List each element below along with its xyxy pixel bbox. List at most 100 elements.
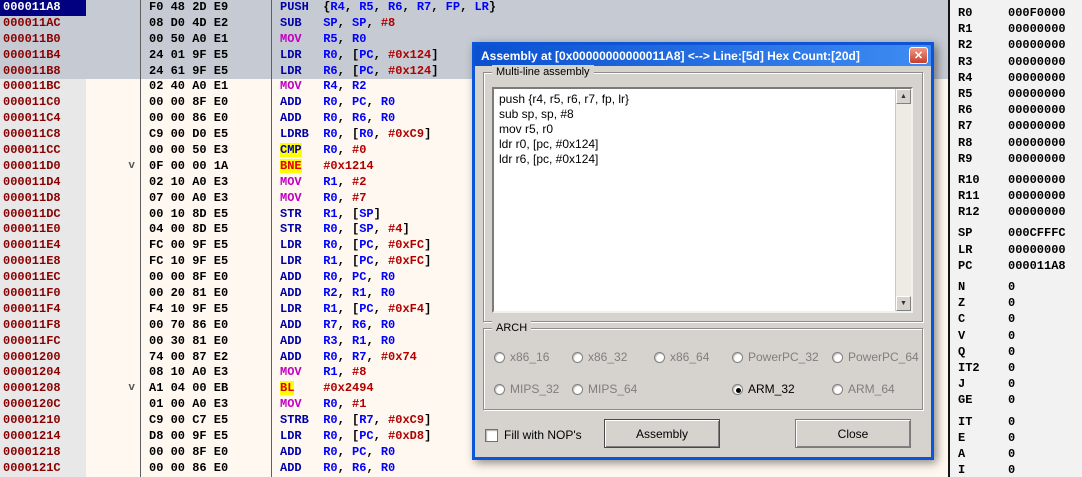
bytes-cell: 00 00 8F E0	[141, 270, 272, 287]
bytes-cell: 00 00 86 E0	[141, 460, 272, 477]
register-value[interactable]: 0	[1008, 328, 1015, 344]
register-row[interactable]: Q0	[950, 344, 1082, 360]
register-row[interactable]: R1 00000000	[950, 21, 1082, 37]
register-value[interactable]: 0	[1008, 414, 1015, 430]
register-row[interactable]: A0	[950, 446, 1082, 462]
register-value[interactable]: 0	[1008, 462, 1015, 477]
register-name: R10	[958, 172, 980, 187]
close-button[interactable]: Close	[795, 419, 911, 448]
register-value[interactable]: 00000000	[1008, 54, 1066, 70]
radio-arm-32[interactable]: ARM_32	[732, 382, 832, 396]
textarea-scrollbar[interactable]: ▲ ▼	[895, 89, 911, 311]
register-row[interactable]: LR 00000000	[950, 242, 1082, 258]
register-row[interactable]: I0	[950, 462, 1082, 477]
assembly-textarea[interactable]: push {r4, r5, r6, r7, fp, lr} sub sp, sp…	[492, 87, 913, 313]
checkbox-box-icon[interactable]	[485, 428, 498, 442]
register-row[interactable]: R7 00000000	[950, 118, 1082, 134]
dialog-titlebar[interactable]: Assembly at [0x00000000000011A8] <--> Li…	[475, 45, 931, 66]
register-value[interactable]: 00000000	[1008, 151, 1066, 167]
multiline-assembly-group: Multi-line assembly push {r4, r5, r6, r7…	[483, 65, 923, 322]
register-group: R0 000F0000 R1 00000000 R2 00000000 R3 00000000…	[950, 5, 1082, 167]
register-row[interactable]: R6 00000000	[950, 102, 1082, 118]
register-value[interactable]: 00000000	[1008, 172, 1066, 188]
register-row[interactable]: IT 0	[950, 414, 1082, 430]
register-row[interactable]: R4 00000000	[950, 70, 1082, 86]
arrow-gutter	[86, 333, 141, 350]
register-value[interactable]: 0	[1008, 295, 1015, 311]
disasm-row[interactable]: 000011A8 F0 48 2D E9 PUSH {R4, R5, R6, R7,…	[0, 0, 948, 16]
disasm-row[interactable]: 0000121C 00 00 86 E0 ADD R0, R6, R0	[0, 460, 948, 477]
register-row[interactable]: J0	[950, 376, 1082, 392]
register-row[interactable]: GE 0	[950, 392, 1082, 408]
register-name: R4	[958, 70, 973, 85]
arrow-gutter	[86, 301, 141, 318]
arrow-gutter	[86, 254, 141, 271]
register-row[interactable]: R5 00000000	[950, 86, 1082, 102]
register-name: R8	[958, 135, 973, 150]
radio-icon[interactable]	[732, 383, 743, 395]
register-value[interactable]: 0	[1008, 344, 1015, 360]
register-value[interactable]: 0	[1008, 392, 1015, 408]
register-value[interactable]: 0	[1008, 279, 1015, 295]
register-row[interactable]: N0	[950, 279, 1082, 295]
register-row[interactable]: R10 00000000	[950, 172, 1082, 188]
assembly-button[interactable]: Assembly	[604, 419, 720, 448]
register-name: R9	[958, 151, 973, 166]
register-name: E	[958, 430, 966, 445]
register-row[interactable]: V0	[950, 328, 1082, 344]
register-value[interactable]: 000CFFFC	[1008, 225, 1066, 241]
bytes-cell: 00 10 8D E5	[141, 206, 272, 223]
arrow-gutter	[86, 174, 141, 191]
register-value[interactable]: 0	[1008, 446, 1015, 462]
dialog-title: Assembly at [0x00000000000011A8] <--> Li…	[481, 48, 860, 63]
register-row[interactable]: R0 000F0000	[950, 5, 1082, 21]
address-cell: 000011F0	[0, 286, 86, 302]
register-value[interactable]: 000011A8	[1008, 258, 1066, 274]
register-row[interactable]: C0	[950, 311, 1082, 327]
register-row[interactable]: PC 000011A8	[950, 258, 1082, 274]
register-value[interactable]: 00000000	[1008, 242, 1066, 258]
bytes-cell: 01 00 A0 E3	[141, 397, 272, 414]
register-row[interactable]: R11 00000000	[950, 188, 1082, 204]
dialog-close-button[interactable]: ✕	[909, 47, 928, 64]
register-value[interactable]: 00000000	[1008, 86, 1066, 102]
radio-label: ARM_32	[748, 382, 795, 396]
address-cell: 000011BC	[0, 79, 86, 96]
fill-nops-checkbox[interactable]: Fill with NOP's	[485, 428, 582, 442]
register-name: R1	[958, 22, 973, 37]
register-row[interactable]: R9 00000000	[950, 151, 1082, 167]
register-value[interactable]: 00000000	[1008, 102, 1066, 118]
address-cell: 000011CC	[0, 143, 86, 159]
register-row[interactable]: E0	[950, 430, 1082, 446]
address-cell: 000011C8	[0, 127, 86, 144]
register-value[interactable]: 00000000	[1008, 188, 1066, 204]
register-name: Z	[958, 296, 966, 311]
register-value[interactable]: 00000000	[1008, 135, 1066, 151]
register-row[interactable]: Z0	[950, 295, 1082, 311]
register-value[interactable]: 00000000	[1008, 204, 1066, 220]
register-value[interactable]: 00000000	[1008, 118, 1066, 134]
register-value[interactable]: 0	[1008, 311, 1015, 327]
register-group: IT 0 E 0 A 0 I 0	[950, 414, 1082, 477]
register-value[interactable]: 0	[1008, 360, 1015, 376]
register-row[interactable]: R2 00000000	[950, 37, 1082, 53]
register-row[interactable]: R12 00000000	[950, 204, 1082, 220]
register-row[interactable]: IT2 0	[950, 360, 1082, 376]
register-value[interactable]: 00000000	[1008, 37, 1066, 53]
register-value[interactable]: 000F0000	[1008, 5, 1066, 21]
register-value[interactable]: 00000000	[1008, 21, 1066, 37]
branch-arrow-icon: v	[86, 381, 141, 398]
register-value[interactable]: 0	[1008, 376, 1015, 392]
register-value[interactable]: 0	[1008, 430, 1015, 446]
arrow-gutter	[86, 206, 141, 223]
scroll-up-icon[interactable]: ▲	[896, 89, 911, 104]
arrow-gutter	[86, 413, 141, 430]
scroll-down-icon[interactable]: ▼	[896, 296, 911, 311]
register-row[interactable]: SP 000CFFFC	[950, 225, 1082, 241]
register-row[interactable]: R8 00000000	[950, 135, 1082, 151]
disasm-row[interactable]: 000011AC 08 D0 4D E2 SUB SP, SP, #8	[0, 15, 948, 32]
register-row[interactable]: R3 00000000	[950, 54, 1082, 70]
register-value[interactable]: 00000000	[1008, 70, 1066, 86]
address-cell: 000011AC	[0, 15, 86, 32]
radio-label: x86_32	[588, 350, 628, 364]
